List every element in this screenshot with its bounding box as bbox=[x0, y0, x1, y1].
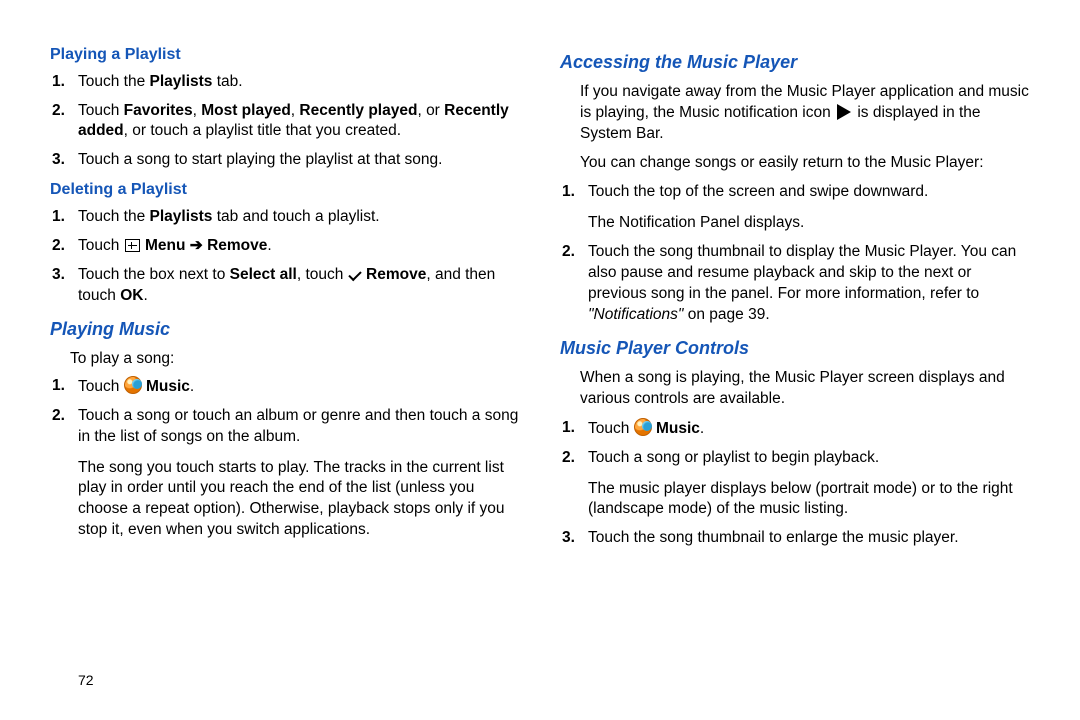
heading-playing-playlist: Playing a Playlist bbox=[50, 44, 520, 66]
heading-accessing: Accessing the Music Player bbox=[560, 50, 1030, 74]
left-column: Playing a Playlist Touch the Playlists t… bbox=[50, 40, 520, 700]
music-icon bbox=[634, 418, 652, 436]
check-icon bbox=[348, 269, 362, 280]
paragraph: You can change songs or easily return to… bbox=[580, 153, 1030, 174]
step-extra: The song you touch starts to play. The t… bbox=[78, 458, 520, 542]
menu-icon bbox=[125, 239, 140, 252]
step: Touch the Playlists tab and touch a play… bbox=[74, 207, 520, 228]
steps-playing-playlist: Touch the Playlists tab. Touch Favorites… bbox=[50, 72, 520, 172]
steps-accessing: Touch the top of the screen and swipe do… bbox=[560, 182, 1030, 326]
step: Touch a song or playlist to begin playba… bbox=[584, 448, 1030, 521]
step: Touch a song to start playing the playli… bbox=[74, 150, 520, 171]
step: Touch Music. bbox=[584, 418, 1030, 440]
step: Touch a song or touch an album or genre … bbox=[74, 406, 520, 542]
paragraph: If you navigate away from the Music Play… bbox=[580, 82, 1030, 145]
steps-controls: Touch Music. Touch a song or playlist to… bbox=[560, 418, 1030, 550]
step: Touch the Playlists tab. bbox=[74, 72, 520, 93]
step: Touch the box next to Select all, touch … bbox=[74, 265, 520, 307]
step: Touch Music. bbox=[74, 376, 520, 398]
step: Touch the top of the screen and swipe do… bbox=[584, 182, 1030, 234]
play-icon bbox=[837, 104, 851, 120]
music-icon bbox=[124, 376, 142, 394]
step: Touch the song thumbnail to enlarge the … bbox=[584, 528, 1030, 549]
step: Touch Menu ➔ Remove. bbox=[74, 236, 520, 257]
step: Touch the song thumbnail to display the … bbox=[584, 242, 1030, 326]
manual-page: Playing a Playlist Touch the Playlists t… bbox=[0, 0, 1080, 720]
step-extra: The music player displays below (portrai… bbox=[588, 479, 1030, 521]
heading-deleting-playlist: Deleting a Playlist bbox=[50, 179, 520, 201]
right-column: Accessing the Music Player If you naviga… bbox=[560, 40, 1030, 700]
heading-controls: Music Player Controls bbox=[560, 336, 1030, 360]
heading-playing-music: Playing Music bbox=[50, 317, 520, 341]
step: Touch Favorites, Most played, Recently p… bbox=[74, 101, 520, 143]
paragraph: When a song is playing, the Music Player… bbox=[580, 368, 1030, 410]
step-extra: The Notification Panel displays. bbox=[588, 213, 1030, 234]
steps-playing-music: Touch Music. Touch a song or touch an al… bbox=[50, 376, 520, 541]
page-number: 72 bbox=[78, 671, 94, 690]
steps-deleting-playlist: Touch the Playlists tab and touch a play… bbox=[50, 207, 520, 307]
intro-text: To play a song: bbox=[70, 349, 520, 370]
